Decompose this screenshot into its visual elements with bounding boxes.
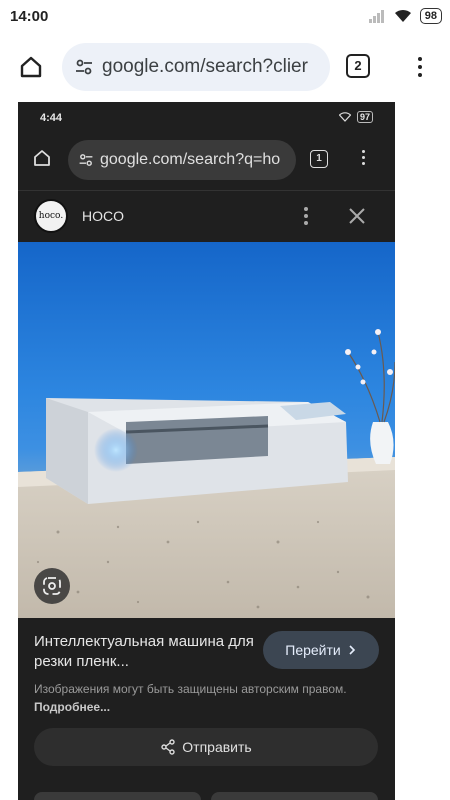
menu-dot-icon [362, 156, 365, 159]
source-name: HOCO [82, 208, 124, 224]
close-icon [349, 208, 365, 224]
site-settings-icon[interactable] [72, 55, 96, 79]
url-text: google.com/search?clier [102, 56, 308, 77]
copyright-text: Изображения могут быть защищены авторски… [34, 682, 347, 696]
source-logo: hoco. [34, 199, 68, 233]
menu-dot-icon [362, 150, 365, 153]
more-menu-button[interactable] [405, 52, 435, 82]
inner-browser-toolbar: google.com/search?q=ho 1 [18, 132, 395, 188]
share-icon [161, 739, 175, 755]
inner-more-menu [362, 150, 365, 165]
inner-status-icons: 97 [338, 111, 373, 123]
home-button[interactable] [14, 50, 48, 84]
menu-dot-icon [304, 221, 308, 225]
menu-dot-icon [418, 65, 422, 69]
lens-search-button [34, 568, 70, 604]
signal-icon [368, 10, 384, 23]
inner-address-bar: google.com/search?q=ho [68, 140, 296, 180]
menu-dot-icon [418, 73, 422, 77]
share-button-label: Отправить [182, 739, 252, 755]
status-icons: 98 [368, 8, 442, 24]
wifi-icon [394, 9, 411, 22]
inner-status-time: 4:44 [40, 112, 63, 124]
browser-toolbar: google.com/search?clier 2 [0, 34, 450, 100]
address-bar[interactable]: google.com/search?clier [62, 43, 330, 91]
page-content: 4:44 97 google.com/search?q=ho 1 hoco. H… [0, 100, 450, 800]
home-icon [20, 56, 42, 78]
visit-button: Перейти [263, 631, 379, 669]
battery-indicator: 98 [419, 8, 442, 24]
site-settings-icon [79, 154, 93, 166]
product-image [18, 242, 395, 618]
image-viewer-header: hoco. HOCO [18, 190, 395, 242]
home-icon [34, 150, 50, 166]
menu-dot-icon [304, 207, 308, 211]
status-bar: 14:00 98 [0, 0, 450, 34]
more-options-icon [304, 207, 308, 225]
lens-icon [43, 577, 61, 595]
cutting-machine-illustration [18, 329, 395, 618]
visit-button-label: Перейти [285, 642, 341, 658]
copyright-note: Изображения могут быть защищены авторски… [34, 680, 374, 716]
chevron-right-icon [349, 645, 355, 655]
related-image-card [34, 792, 201, 800]
inner-tab-switcher: 1 [310, 150, 328, 168]
related-images-strip [34, 792, 378, 800]
inner-battery: 97 [356, 111, 373, 123]
related-image-card [211, 792, 378, 800]
menu-dot-icon [418, 57, 422, 61]
learn-more-link: Подробнее... [34, 700, 111, 714]
inner-status-bar: 4:44 97 [18, 102, 395, 132]
tab-switcher-button[interactable]: 2 [346, 54, 370, 78]
wifi-icon [338, 112, 351, 122]
status-time: 14:00 [10, 8, 49, 25]
inner-url-text: google.com/search?q=ho [100, 151, 281, 168]
embedded-screenshot[interactable]: 4:44 97 google.com/search?q=ho 1 hoco. H… [18, 102, 395, 800]
image-caption: Интеллектуальная машина для резки пленк.… [34, 633, 254, 670]
share-button: Отправить [34, 728, 378, 766]
menu-dot-icon [362, 162, 365, 165]
menu-dot-icon [304, 214, 308, 218]
